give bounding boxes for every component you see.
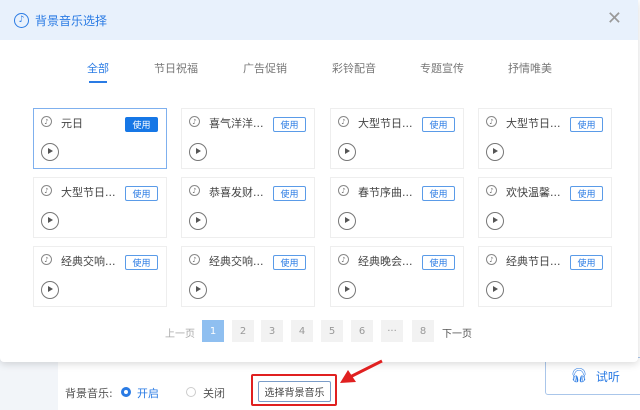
music-note-icon: ♪ <box>189 185 200 196</box>
close-icon[interactable]: ✕ <box>607 8 622 29</box>
play-icon[interactable] <box>41 143 59 161</box>
music-card[interactable]: ♪ 经典节日... 使用 <box>478 246 612 307</box>
red-arrow-icon <box>340 359 383 383</box>
play-icon[interactable] <box>41 212 59 230</box>
use-button[interactable]: 使用 <box>273 186 306 201</box>
music-name: 经典交响... <box>209 255 264 268</box>
prev-page[interactable]: 上一页 <box>165 325 195 340</box>
use-button[interactable]: 使用 <box>125 186 158 201</box>
next-page[interactable]: 下一页 <box>442 325 472 340</box>
music-name: 欢快温馨... <box>506 186 561 199</box>
music-card[interactable]: ♪ 喜气洋洋... 使用 <box>181 108 315 169</box>
music-card[interactable]: ♪ 经典晚会... 使用 <box>330 246 464 307</box>
music-select-dialog: ♪ 背景音乐选择 ✕ 全部 节日祝福 广告促销 彩铃配音 专题宣传 抒情唯美 ♪… <box>0 0 638 362</box>
radio-off[interactable] <box>186 387 196 397</box>
listen-label: 试听 <box>595 369 620 384</box>
music-name: 元日 <box>61 117 83 130</box>
music-note-icon: ♪ <box>338 185 349 196</box>
radio-off-label: 关闭 <box>203 387 225 400</box>
play-icon[interactable] <box>189 281 207 299</box>
use-button[interactable]: 使用 <box>273 255 306 270</box>
use-button[interactable]: 使用 <box>422 117 455 132</box>
music-card[interactable]: ♪ 大型节日... 使用 <box>478 108 612 169</box>
music-card[interactable]: ♪ 欢快温馨... 使用 <box>478 177 612 238</box>
use-button[interactable]: 使用 <box>570 255 603 270</box>
page-button[interactable]: ··· <box>381 320 403 342</box>
page-button[interactable]: 3 <box>261 320 283 342</box>
select-music-button[interactable]: 选择背景音乐 <box>258 381 331 402</box>
music-note-icon: ♪ <box>14 12 29 28</box>
use-button[interactable]: 使用 <box>422 186 455 201</box>
dialog-header: ♪ 背景音乐选择 <box>0 0 638 40</box>
music-note-icon: ♪ <box>338 254 349 265</box>
use-button[interactable]: 使用 <box>570 186 603 201</box>
play-icon[interactable] <box>338 281 356 299</box>
headphones-icon: 🎧︎ <box>570 368 588 384</box>
music-card[interactable]: ♪ 恭喜发财... 使用 <box>181 177 315 238</box>
radio-on-label: 开启 <box>137 387 159 400</box>
tab-holiday[interactable]: 节日祝福 <box>154 60 198 76</box>
tab-topic[interactable]: 专题宣传 <box>420 60 464 76</box>
page-button[interactable]: 6 <box>351 320 373 342</box>
play-icon[interactable] <box>41 281 59 299</box>
page-button[interactable]: 4 <box>291 320 313 342</box>
use-button[interactable]: 使用 <box>125 117 158 132</box>
play-icon[interactable] <box>189 212 207 230</box>
play-icon[interactable] <box>189 143 207 161</box>
music-card[interactable]: ♪ 经典交响... 使用 <box>33 246 167 307</box>
page-button[interactable]: 2 <box>232 320 254 342</box>
music-card[interactable]: ♪ 春节序曲... 使用 <box>330 177 464 238</box>
music-name: 大型节日... <box>61 186 116 199</box>
music-note-icon: ♪ <box>41 254 52 265</box>
music-card[interactable]: ♪ 大型节日... 使用 <box>330 108 464 169</box>
use-button[interactable]: 使用 <box>273 117 306 132</box>
music-note-icon: ♪ <box>338 116 349 127</box>
play-icon[interactable] <box>338 143 356 161</box>
music-name: 喜气洋洋... <box>209 117 264 130</box>
tab-ringtone[interactable]: 彩铃配音 <box>332 60 376 76</box>
music-note-icon: ♪ <box>189 116 200 127</box>
use-button[interactable]: 使用 <box>125 255 158 270</box>
music-note-icon: ♪ <box>486 254 497 265</box>
use-button[interactable]: 使用 <box>570 117 603 132</box>
radio-on[interactable] <box>121 387 131 397</box>
music-name: 经典晚会... <box>358 255 413 268</box>
tab-all[interactable]: 全部 <box>87 60 109 83</box>
play-icon[interactable] <box>486 143 504 161</box>
music-name: 大型节日... <box>358 117 413 130</box>
music-name: 经典交响... <box>61 255 116 268</box>
music-note-icon: ♪ <box>41 116 52 127</box>
music-note-icon: ♪ <box>486 185 497 196</box>
music-note-icon: ♪ <box>486 116 497 127</box>
music-note-icon: ♪ <box>189 254 200 265</box>
play-icon[interactable] <box>338 212 356 230</box>
music-name: 春节序曲... <box>358 186 413 199</box>
music-name: 经典节日... <box>506 255 561 268</box>
page-button[interactable]: 5 <box>321 320 343 342</box>
use-button[interactable]: 使用 <box>422 255 455 270</box>
tab-lyric[interactable]: 抒情唯美 <box>508 60 552 76</box>
dialog-title: 背景音乐选择 <box>35 13 108 28</box>
page-button[interactable]: 1 <box>202 320 224 342</box>
bg-music-label: 背景音乐: <box>65 387 113 400</box>
music-card[interactable]: ♪ 元日 使用 <box>33 108 167 169</box>
play-icon[interactable] <box>486 212 504 230</box>
music-name: 大型节日... <box>506 117 561 130</box>
music-note-icon: ♪ <box>41 185 52 196</box>
page-button[interactable]: 8 <box>412 320 434 342</box>
listen-button[interactable]: 🎧︎ 试听 <box>545 357 640 395</box>
music-card[interactable]: ♪ 经典交响... 使用 <box>181 246 315 307</box>
music-name: 恭喜发财... <box>209 186 264 199</box>
play-icon[interactable] <box>486 281 504 299</box>
tab-ads[interactable]: 广告促销 <box>243 60 287 76</box>
category-tabs: 全部 节日祝福 广告促销 彩铃配音 专题宣传 抒情唯美 <box>0 60 638 86</box>
music-card[interactable]: ♪ 大型节日... 使用 <box>33 177 167 238</box>
